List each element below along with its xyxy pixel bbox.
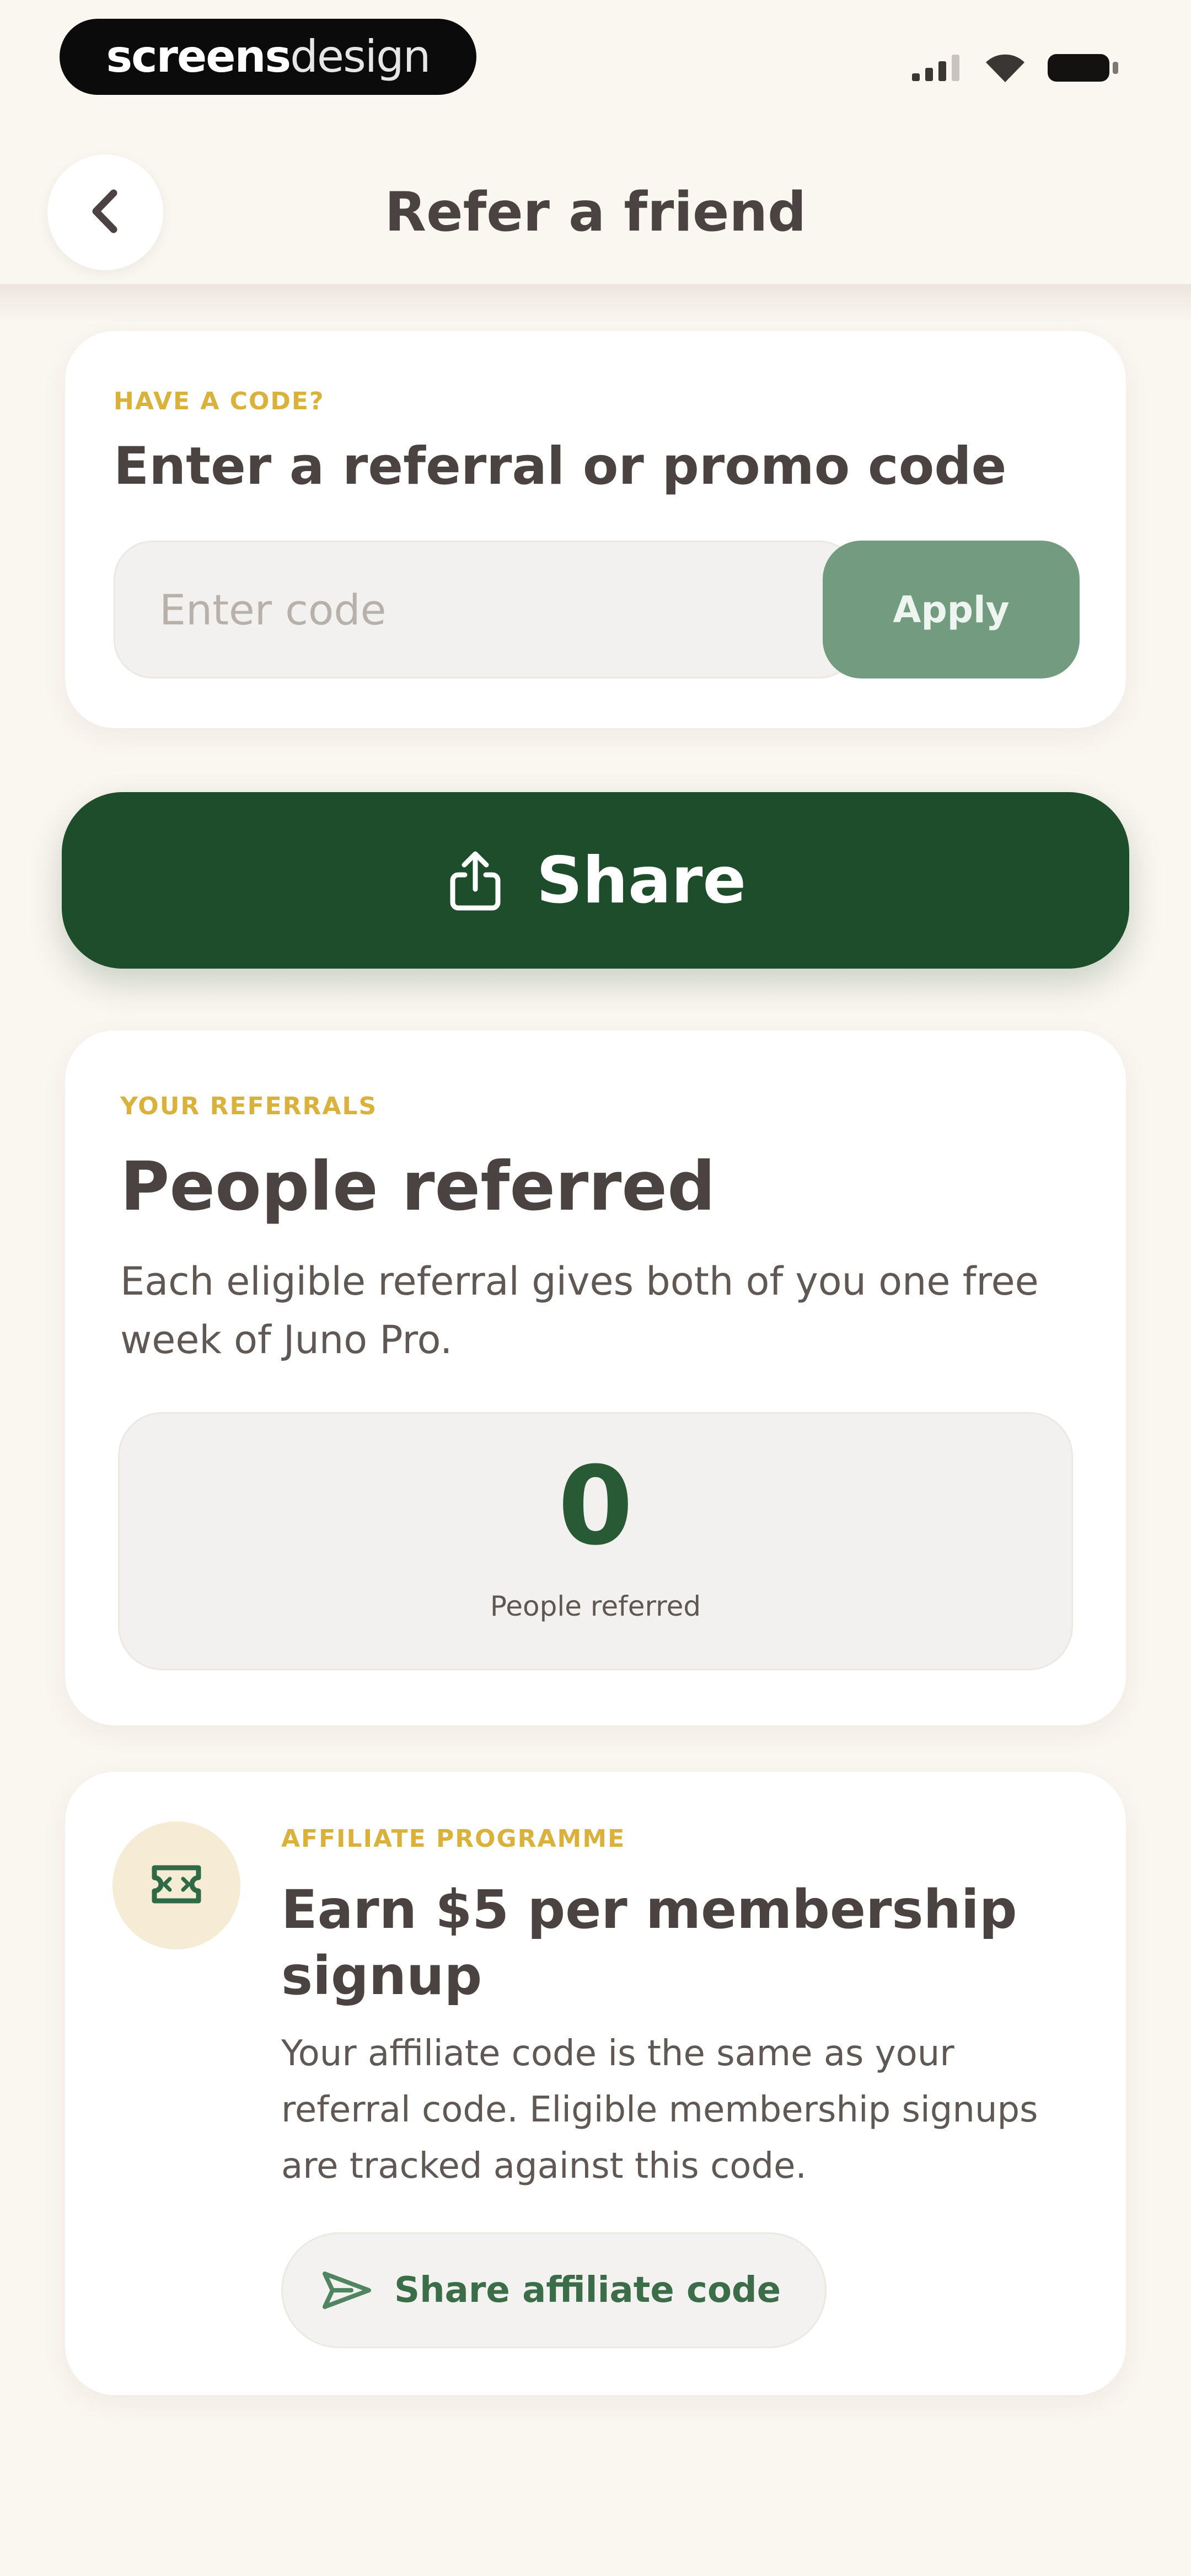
brand-logo-light: design [290,31,431,82]
referrals-description: Each eligible referral gives both of you… [120,1259,1039,1362]
promo-code-heading: Enter a referral or promo code [114,436,1007,496]
battery-icon [1048,53,1119,83]
refer-a-friend-screen: screens design Refer a friend HAVE A COD… [0,0,1191,2576]
wifi-icon [986,54,1024,82]
share-button-label: Share [536,843,747,918]
referrals-card: Your referrals People referred Each elig… [65,1030,1126,1725]
chevron-left-icon [86,186,125,238]
referral-count-label: People referred [490,1590,701,1622]
affiliate-card: Affiliate programme Earn $5 per membersh… [65,1772,1126,2395]
promo-code-card: Have a code? Enter a referral or promo c… [65,331,1126,728]
header-divider [0,284,1191,323]
ticket-icon [150,1862,203,1909]
brand-logo: screens design [60,19,476,95]
referral-count-value: 0 [557,1444,634,1569]
header: Refer a friend [0,143,1191,281]
status-bar: screens design [0,0,1191,127]
promo-code-input[interactable] [114,541,858,678]
affiliate-eyebrow: Affiliate programme [281,1825,626,1853]
apply-button[interactable]: Apply [823,541,1080,678]
promo-code-eyebrow: Have a code? [114,387,325,415]
share-affiliate-code-button[interactable]: Share affiliate code [281,2232,827,2348]
referrals-eyebrow: Your referrals [120,1092,378,1120]
referral-count-box: 0 People referred [118,1412,1073,1670]
affiliate-heading: Earn $5 per membership signup [281,1879,1017,2007]
page-title: Refer a friend [384,181,807,244]
referrals-heading: People referred [120,1147,716,1226]
affiliate-badge [112,1821,240,1949]
share-button[interactable]: Share [62,792,1129,969]
back-button[interactable] [47,154,163,270]
send-icon [321,2269,372,2311]
affiliate-description: Your affiliate code is the same as your … [281,2033,1038,2187]
status-icons [912,43,1119,93]
signal-icon [912,55,963,81]
brand-logo-bold: screens [106,31,292,82]
share-icon [445,847,506,913]
share-affiliate-code-label: Share affiliate code [394,2270,781,2311]
